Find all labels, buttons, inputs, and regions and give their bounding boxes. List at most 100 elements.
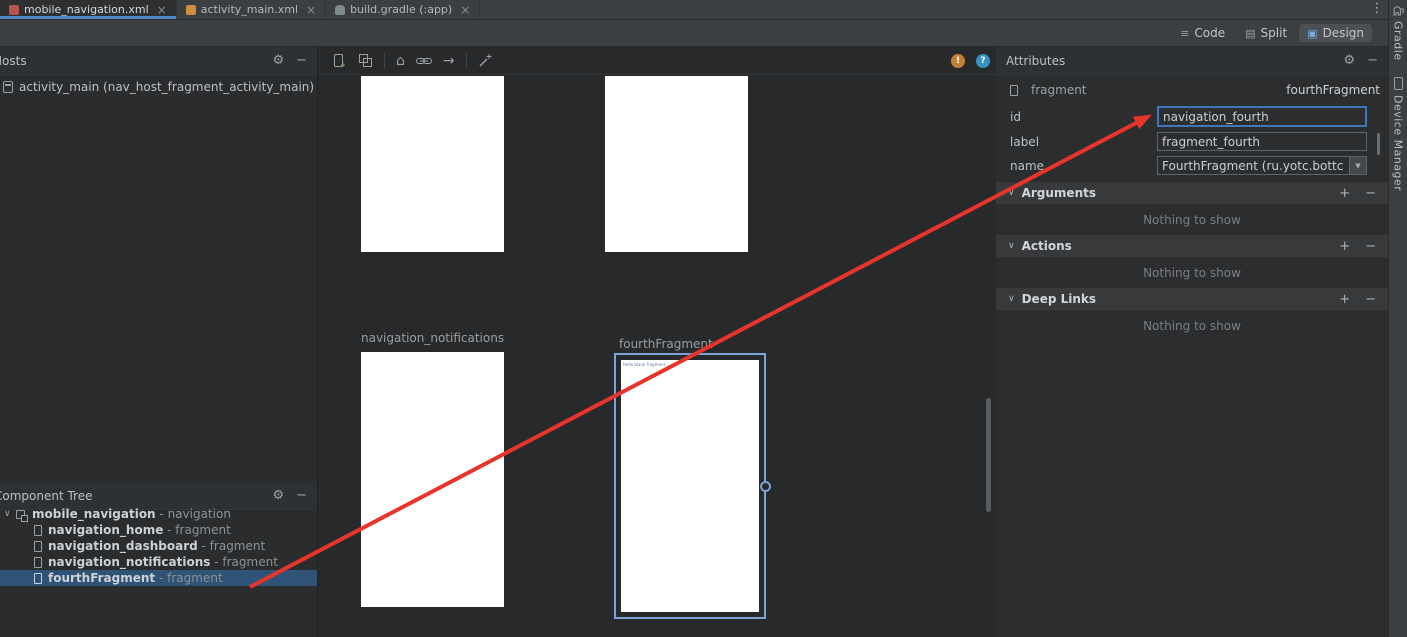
section-header-arguments[interactable]: ∨ Arguments + − — [996, 182, 1388, 204]
auto-arrange-icon[interactable] — [478, 53, 493, 68]
toolbar-separator — [384, 53, 385, 69]
action-arrow-icon[interactable]: → — [443, 54, 455, 68]
component-tree-title: Component Tree — [0, 489, 92, 503]
section-header-deep-links[interactable]: ∨ Deep Links + − — [996, 288, 1388, 310]
fragment-preview-text: Hello blank fragment — [621, 360, 759, 369]
design-surface[interactable]: ⌂ → ! ? navigation_notifications fourthF… — [319, 47, 996, 637]
editor-tab-bar: mobile_navigation.xml × activity_main.xm… — [0, 0, 1388, 20]
component-type: fragment — [1031, 83, 1087, 97]
fragment-preview-home[interactable] — [361, 76, 504, 252]
activity-icon — [3, 81, 13, 93]
fragment-preview-content: Hello blank fragment — [621, 360, 759, 612]
help-icon[interactable]: ? — [976, 54, 990, 68]
deep-links-empty-text: Nothing to show — [996, 310, 1388, 341]
close-icon[interactable]: × — [460, 4, 470, 16]
fragment-preview-dashboard[interactable] — [605, 76, 748, 252]
add-destination-icon[interactable] — [332, 53, 347, 68]
section-header-actions[interactable]: ∨ Actions + − — [996, 235, 1388, 257]
home-destination-icon[interactable]: ⌂ — [396, 54, 405, 68]
destination-label-fourth[interactable]: fourthFragment — [619, 337, 713, 351]
remove-deep-link-button[interactable]: − — [1365, 293, 1376, 306]
tree-item-fourth-fragment[interactable]: fourthFragment - fragment — [0, 570, 317, 586]
link-icon[interactable] — [416, 53, 432, 68]
name-field-label: name — [1010, 159, 1044, 173]
attribute-sections: ∨ Arguments + − Nothing to show ∨ Action… — [996, 182, 1388, 341]
id-field-input[interactable] — [1157, 106, 1367, 127]
tree-item-type: - fragment — [210, 555, 277, 569]
attributes-panel-title: Attributes — [1006, 54, 1065, 68]
fragment-icon — [34, 525, 42, 536]
close-icon[interactable]: × — [157, 4, 167, 16]
tree-item-name: fourthFragment — [48, 571, 155, 585]
chevron-down-icon[interactable]: ∨ — [4, 509, 16, 519]
label-field-label: label — [1010, 135, 1039, 149]
hosts-panel-title: Hosts — [0, 54, 27, 68]
tool-tab-label: Gradle — [1392, 21, 1405, 61]
mode-code-button[interactable]: ≡ Code — [1172, 24, 1233, 42]
hide-panel-icon[interactable]: − — [296, 488, 307, 503]
fragment-icon — [34, 573, 42, 584]
issues-badge[interactable]: ! — [951, 54, 965, 68]
component-tree: ∨ mobile_navigation - navigation navigat… — [0, 506, 317, 586]
tree-item-navigation-home[interactable]: navigation_home - fragment — [0, 522, 317, 538]
tab-build-gradle[interactable]: build.gradle (:app) × — [326, 0, 480, 19]
fragment-preview-fourth-selected[interactable]: Hello blank fragment — [614, 353, 766, 619]
canvas-scrollbar[interactable] — [986, 398, 991, 512]
fragment-icon — [1010, 85, 1018, 96]
remove-argument-button[interactable]: − — [1365, 187, 1376, 200]
gear-icon[interactable]: ⚙ — [1343, 53, 1355, 68]
navigation-graph-icon — [16, 510, 25, 519]
tree-item-navigation-dashboard[interactable]: navigation_dashboard - fragment — [0, 538, 317, 554]
tree-item-name: navigation_notifications — [48, 555, 210, 569]
hide-panel-icon[interactable]: − — [296, 53, 307, 68]
host-item-label: activity_main (nav_host_fragment_activit… — [19, 80, 314, 94]
tab-activity-main-xml[interactable]: activity_main.xml × — [177, 0, 326, 19]
tool-tab-device-manager[interactable]: Device Manager — [1392, 77, 1405, 191]
id-field-label: id — [1010, 110, 1021, 124]
fragment-preview-notifications[interactable] — [361, 352, 504, 607]
tree-item-type: - fragment — [155, 571, 222, 585]
device-phone-icon — [1394, 77, 1403, 90]
tab-label: activity_main.xml — [201, 3, 298, 16]
section-title: Deep Links — [1022, 292, 1096, 306]
close-icon[interactable]: × — [306, 4, 316, 16]
chevron-down-icon[interactable]: ▼ — [1349, 157, 1366, 174]
tool-tab-gradle[interactable]: Gradle — [1392, 5, 1405, 61]
host-item-activity-main[interactable]: activity_main (nav_host_fragment_activit… — [3, 80, 314, 94]
tree-item-navigation-notifications[interactable]: navigation_notifications - fragment — [0, 554, 317, 570]
destination-label-notifications[interactable]: navigation_notifications — [361, 331, 504, 345]
add-deep-link-button[interactable]: + — [1339, 293, 1350, 306]
design-toolbar: ⌂ → — [319, 47, 996, 75]
attributes-panel-header: Attributes ⚙ − — [996, 47, 1388, 75]
tree-item-mobile-navigation[interactable]: ∨ mobile_navigation - navigation — [0, 506, 317, 522]
tool-tab-label: Device Manager — [1392, 95, 1405, 191]
mode-label: Code — [1194, 26, 1225, 40]
right-tool-strip: Gradle Device Manager — [1388, 0, 1407, 637]
hide-panel-icon[interactable]: − — [1367, 53, 1378, 68]
tab-options-kebab-icon[interactable]: ⋮ — [1369, 1, 1385, 16]
name-field-dropdown[interactable]: FourthFragment (ru.yotc.bottc ▼ — [1157, 156, 1367, 175]
nested-graph-icon[interactable] — [358, 53, 373, 68]
add-argument-button[interactable]: + — [1339, 187, 1350, 200]
label-field-input[interactable] — [1157, 132, 1367, 151]
actions-empty-text: Nothing to show — [996, 257, 1388, 288]
gear-icon[interactable]: ⚙ — [272, 488, 284, 503]
tab-label: build.gradle (:app) — [350, 3, 452, 16]
editor-toolbar: ≡ Code ▤ Split ▣ Design — [0, 20, 1388, 47]
chevron-down-icon: ∨ — [1008, 188, 1015, 198]
tree-item-type: - fragment — [198, 539, 265, 553]
gear-icon[interactable]: ⚙ — [272, 53, 284, 68]
tab-mobile-navigation-xml[interactable]: mobile_navigation.xml × — [0, 0, 177, 19]
left-tool-panel: Hosts ⚙ − activity_main (nav_host_fragme… — [0, 47, 318, 637]
tree-item-name: mobile_navigation — [32, 507, 156, 521]
gradle-file-icon — [335, 5, 345, 15]
add-action-button[interactable]: + — [1339, 240, 1350, 253]
mode-design-button[interactable]: ▣ Design — [1299, 24, 1372, 42]
action-drag-handle[interactable] — [760, 481, 771, 492]
chevron-down-icon: ∨ — [1008, 241, 1015, 251]
name-field-value: FourthFragment (ru.yotc.bottc — [1158, 157, 1349, 174]
mode-split-button[interactable]: ▤ Split — [1237, 24, 1295, 42]
remove-action-button[interactable]: − — [1365, 240, 1376, 253]
attributes-scrollbar[interactable] — [1377, 133, 1380, 155]
component-name: fourthFragment — [1286, 83, 1380, 97]
